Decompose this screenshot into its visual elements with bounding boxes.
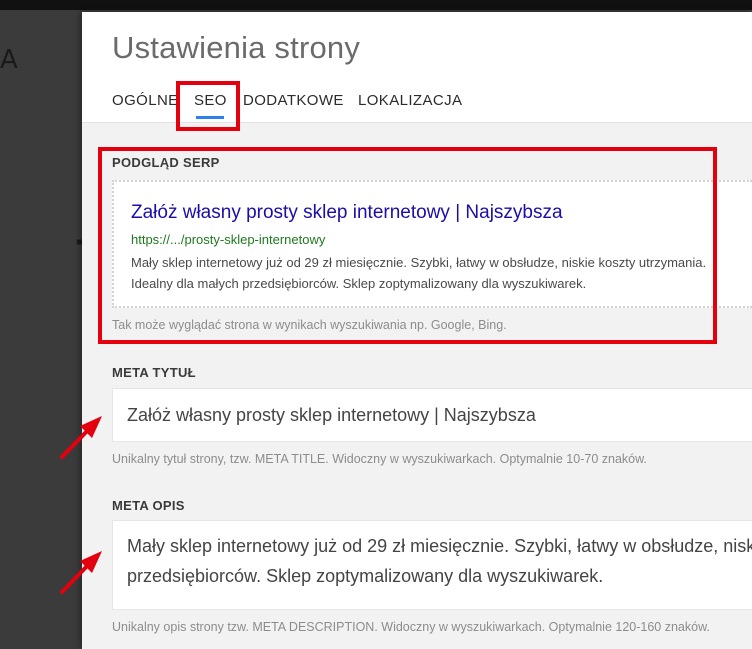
tab-localization[interactable]: LOKALIZACJA xyxy=(358,92,462,109)
serp-preview-help: Tak może wyglądać strona w wynikach wysz… xyxy=(112,318,507,332)
page-settings-modal: Ustawienia strony OGÓLNE SEO DODATKOWE L… xyxy=(82,12,752,649)
meta-description-help: Unikalny opis strony tzw. META DESCRIPTI… xyxy=(112,620,710,634)
modal-title: Ustawienia strony xyxy=(112,30,361,65)
serp-preview-title: Załóż własny prosty sklep internetowy | … xyxy=(131,202,563,223)
meta-description-label: META OPIS xyxy=(112,498,185,513)
tab-seo-label: SEO xyxy=(194,92,227,109)
tab-seo[interactable]: SEO xyxy=(194,92,227,119)
background-top-bar xyxy=(0,0,752,10)
meta-title-label: META TYTUŁ xyxy=(112,365,196,380)
tab-additional[interactable]: DODATKOWE xyxy=(243,92,344,109)
meta-title-input[interactable] xyxy=(112,388,752,442)
serp-preview-description: Mały sklep internetowy już od 29 zł mies… xyxy=(131,255,707,291)
background-letter: A xyxy=(0,45,18,75)
serp-preview-label: PODGLĄD SERP xyxy=(112,155,220,170)
modal-header: Ustawienia strony OGÓLNE SEO DODATKOWE L… xyxy=(82,12,752,123)
serp-preview: Załóż własny prosty sklep internetowy | … xyxy=(112,180,752,308)
serp-preview-url: https://.../prosty-sklep-internetowy xyxy=(131,232,326,247)
meta-description-input[interactable]: Mały sklep internetowy już od 29 zł mies… xyxy=(112,520,752,610)
tab-general[interactable]: OGÓLNE xyxy=(112,92,179,109)
tab-active-indicator xyxy=(196,116,224,119)
meta-title-help: Unikalny tytuł strony, tzw. META TITLE. … xyxy=(112,452,647,466)
